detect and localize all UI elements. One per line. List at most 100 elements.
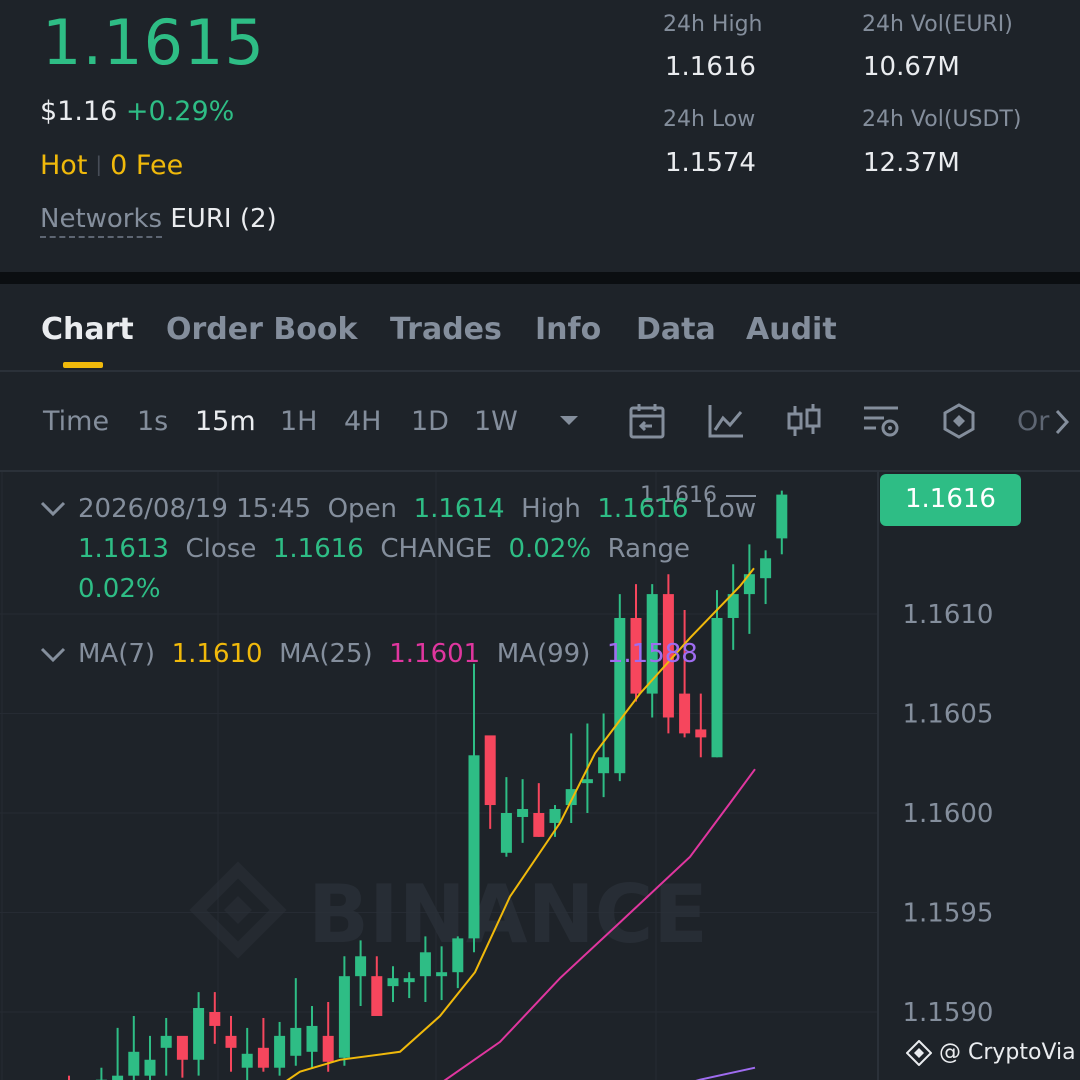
networks-row[interactable]: Networks EURI (2) (40, 204, 277, 238)
ohlc-close-label: Close (185, 534, 257, 564)
credit-text: @ CryptoVia (939, 1040, 1076, 1065)
candle-body (436, 972, 448, 977)
ma-collapse-chevron-icon[interactable] (40, 646, 66, 664)
fee-tag[interactable]: 0 Fee (110, 150, 183, 181)
tab-audit[interactable]: Audit (746, 312, 837, 347)
stat-24h-high-label: 24h High (663, 12, 763, 37)
candle-body (193, 1008, 205, 1060)
tab-chart[interactable]: Chart (41, 312, 134, 347)
section-divider (0, 272, 1080, 284)
candle-body (274, 1035, 286, 1068)
candle-body (322, 1035, 334, 1062)
ohlc-line-1: 2026/08/19 15:45 Open 1.1614 High 1.1616… (78, 494, 756, 524)
hot-tag[interactable]: Hot (40, 150, 87, 181)
candle-body (517, 809, 529, 817)
ma99-value: 1.1588 (606, 639, 698, 669)
timeframe-1w[interactable]: 1W (474, 406, 518, 437)
candle-body (112, 1075, 124, 1080)
timeframe-4h[interactable]: 4H (344, 406, 381, 437)
candle-body (695, 729, 707, 738)
calendar-jump-icon[interactable] (628, 402, 666, 440)
last-price: 1.1615 (42, 6, 265, 79)
diamond-logo-icon (905, 1039, 933, 1067)
candle-body (743, 574, 755, 595)
candles (68, 490, 788, 1080)
ma7-label: MA(7) (78, 639, 156, 669)
candle-body (176, 1035, 188, 1060)
stat-24h-low-value: 1.1574 (665, 148, 756, 178)
ma99-label: MA(99) (496, 639, 591, 669)
candle-body (290, 1027, 302, 1056)
legend-collapse-chevron-icon[interactable] (40, 500, 66, 518)
chart-settings-icon[interactable] (862, 402, 900, 440)
candle-body (160, 1035, 172, 1048)
ohlc-line-2: 1.1613 Close 1.1616 CHANGE 0.02% Range (78, 534, 690, 564)
ohlc-low-value: 1.1613 (78, 534, 169, 564)
networks-label[interactable]: Networks (40, 204, 163, 238)
candle-body (241, 1053, 253, 1068)
ohlc-datetime: 2026/08/19 15:45 (78, 494, 312, 524)
candle-body (387, 978, 399, 987)
timeframe-1d[interactable]: 1D (411, 406, 449, 437)
networks-value[interactable]: EURI (2) (170, 204, 276, 234)
active-tab-indicator (63, 362, 103, 368)
y-tick-label: 1.1610 (903, 600, 994, 630)
candle-body (468, 755, 480, 939)
timeframe-time[interactable]: Time (43, 406, 109, 437)
indicator-chart-icon[interactable] (707, 402, 745, 440)
ohlc-open-value: 1.1614 (413, 494, 505, 524)
candle-body (776, 494, 788, 539)
fiat-price-row: $1.16 +0.29% (40, 96, 234, 127)
tab-info[interactable]: Info (535, 312, 601, 347)
y-tick-label: 1.1600 (903, 799, 994, 829)
stat-24h-low-label: 24h Low (663, 107, 756, 132)
hexagon-tools-icon[interactable] (940, 402, 978, 440)
candle-body (257, 1047, 269, 1068)
candle-body (128, 1051, 140, 1076)
candle-body (338, 976, 350, 1058)
watermark-text: BINANCE (308, 868, 708, 961)
ohlc-open-label: Open (327, 494, 398, 524)
candle-body (549, 809, 561, 823)
timeframe-1s[interactable]: 1s (137, 406, 168, 437)
ohlc-range-value: 0.02% (78, 574, 161, 604)
ohlc-high-label: High (521, 494, 581, 524)
timeframe-15m[interactable]: 15m (195, 406, 256, 437)
candle-body (403, 978, 415, 983)
candle-body (679, 693, 691, 734)
timeframe-1h[interactable]: 1H (280, 406, 317, 437)
timeframe-dropdown-icon[interactable] (558, 414, 580, 428)
candle-body (711, 617, 723, 758)
candle-body (209, 1012, 221, 1026)
ma99-line (695, 1066, 756, 1080)
ma-legend: MA(7) 1.1610 MA(25) 1.1601 MA(99) 1.1588 (78, 639, 698, 669)
y-tick-label: 1.1590 (903, 998, 994, 1028)
candle-style-icon[interactable] (785, 402, 823, 440)
candle-body (484, 735, 496, 806)
candle-body (533, 813, 545, 837)
ohlc-range-label: Range (607, 534, 690, 564)
candle-body (144, 1059, 156, 1076)
current-price-tag: 1.1616 (880, 474, 1021, 526)
y-tick-label: 1.1595 (903, 899, 994, 929)
change-percent: +0.29% (125, 96, 235, 127)
candle-body (355, 956, 367, 977)
tab-trades[interactable]: Trades (390, 312, 502, 347)
stat-24h-vol-quote-value: 12.37M (863, 148, 960, 178)
tabs-divider (0, 370, 1080, 372)
toolbar-overflow-label: Or (1017, 406, 1050, 437)
chevron-right-icon[interactable] (1054, 408, 1070, 436)
ohlc-low-label: Low (704, 494, 757, 524)
candle-body (306, 1025, 318, 1052)
ohlc-change-label: CHANGE (380, 534, 492, 564)
candle-body (500, 813, 512, 853)
candle-body (371, 976, 383, 1016)
toolbar-overflow[interactable]: Or (1017, 406, 1049, 437)
ohlc-line-3: 0.02% (78, 574, 161, 604)
candle-body (452, 938, 464, 973)
tab-data[interactable]: Data (636, 312, 716, 347)
ohlc-change-value: 0.02% (508, 534, 592, 564)
candle-body (225, 1035, 237, 1048)
tab-order-book[interactable]: Order Book (166, 312, 357, 347)
ohlc-high-value: 1.1616 (597, 494, 689, 524)
